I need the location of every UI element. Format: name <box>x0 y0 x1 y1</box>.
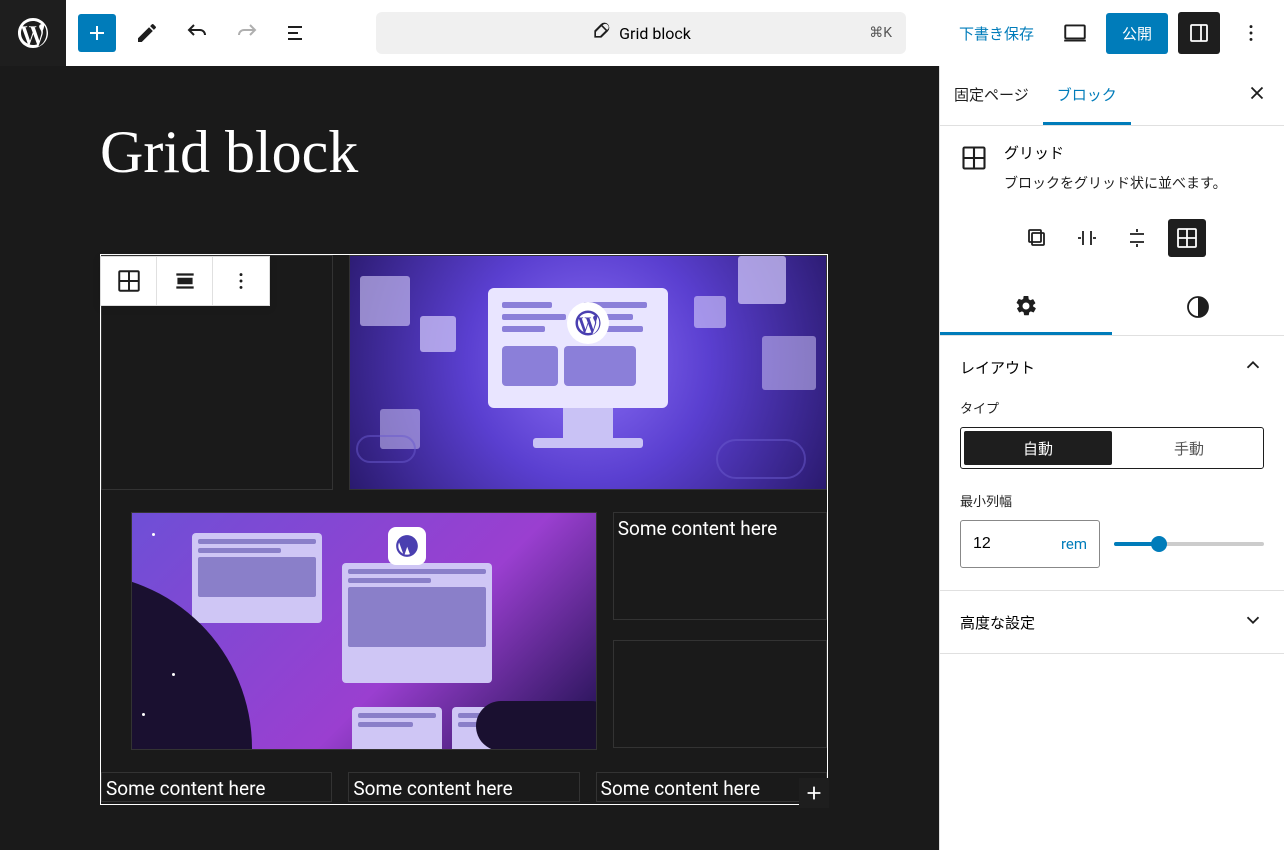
document-overview-button[interactable] <box>278 14 316 52</box>
block-inserter-button[interactable] <box>78 14 116 52</box>
block-description-text: ブロックをグリッド状に並べます。 <box>1004 173 1227 193</box>
block-toolbar <box>100 256 270 306</box>
redo-button[interactable] <box>228 14 266 52</box>
tab-page[interactable]: 固定ページ <box>940 66 1043 125</box>
block-transform-row <box>940 201 1284 279</box>
cell-content-text: Some content here <box>353 777 512 800</box>
grid-block-icon <box>958 142 990 174</box>
undo-button[interactable] <box>178 14 216 52</box>
grid-cell[interactable]: Some content here <box>613 512 827 620</box>
block-info-header: グリッド ブロックをグリッド状に並べます。 <box>940 126 1284 201</box>
inspector-subtabs <box>940 279 1284 336</box>
unit-selector[interactable]: rem <box>1061 535 1087 553</box>
more-options-button[interactable] <box>1230 12 1272 54</box>
document-title-bar[interactable]: Grid block ⌘K <box>376 12 906 54</box>
grid-block-selected[interactable]: Some content here <box>100 254 828 805</box>
advanced-panel: 高度な設定 <box>940 591 1284 654</box>
cell-content-text: Some content here <box>618 517 777 540</box>
add-block-button[interactable] <box>799 778 829 808</box>
transform-stack-button[interactable] <box>1118 219 1156 257</box>
layout-panel-title: レイアウト <box>960 357 1035 378</box>
grid-cell-image[interactable] <box>131 512 597 750</box>
align-button[interactable] <box>157 257 213 305</box>
decorative-monitor-illustration <box>488 288 688 448</box>
grid-cell-image[interactable] <box>349 255 827 490</box>
publish-button[interactable]: 公開 <box>1106 13 1168 54</box>
min-col-width-slider[interactable] <box>1114 542 1264 546</box>
type-field-label: タイプ <box>960 398 1264 417</box>
save-draft-button[interactable]: 下書き保存 <box>949 15 1044 52</box>
min-col-width-label: 最小列幅 <box>960 491 1264 510</box>
grid-cell-empty[interactable] <box>613 640 827 748</box>
transform-row-button[interactable] <box>1068 219 1106 257</box>
transform-grid-button[interactable] <box>1168 219 1206 257</box>
layout-panel-toggle[interactable]: レイアウト <box>940 336 1284 398</box>
grid-cell[interactable]: Some content here <box>348 772 579 802</box>
transform-group-button[interactable] <box>1018 219 1056 257</box>
type-auto-option[interactable]: 自動 <box>964 431 1112 465</box>
block-name-label: グリッド <box>1004 142 1227 163</box>
settings-sidebar-toggle[interactable] <box>1178 12 1220 54</box>
grid-cell[interactable]: Some content here <box>101 772 332 802</box>
min-col-width-input[interactable] <box>973 535 1013 553</box>
document-title-text: Grid block <box>619 24 691 43</box>
grid-type-toggle: 自動 手動 <box>960 427 1264 469</box>
subtab-settings[interactable] <box>940 279 1112 335</box>
cell-content-text: Some content here <box>601 777 760 800</box>
tab-block[interactable]: ブロック <box>1043 66 1131 125</box>
chevron-down-icon <box>1242 609 1264 635</box>
feather-icon <box>591 21 611 45</box>
cell-content-text: Some content here <box>106 777 265 800</box>
editor-canvas[interactable]: Grid block Some content here <box>0 66 939 850</box>
grid-cell[interactable]: Some content here <box>596 772 827 802</box>
close-sidebar-button[interactable] <box>1246 82 1268 108</box>
settings-sidebar: 固定ページ ブロック グリッド ブロックをグリッド状に並べます。 <box>939 66 1284 850</box>
subtab-styles[interactable] <box>1112 279 1284 335</box>
block-type-button[interactable] <box>101 257 157 305</box>
edit-tools-button[interactable] <box>128 14 166 52</box>
advanced-panel-title: 高度な設定 <box>960 612 1035 633</box>
wordpress-logo[interactable] <box>0 0 66 66</box>
type-manual-option[interactable]: 手動 <box>1115 428 1263 468</box>
sidebar-tabs: 固定ページ ブロック <box>940 66 1284 126</box>
chevron-up-icon <box>1242 354 1264 380</box>
preview-button[interactable] <box>1054 12 1096 54</box>
page-title-heading[interactable]: Grid block <box>100 118 839 187</box>
layout-panel: レイアウト タイプ 自動 手動 最小列幅 rem <box>940 336 1284 591</box>
block-more-options-button[interactable] <box>213 257 269 305</box>
min-col-width-input-wrap: rem <box>960 520 1100 568</box>
command-shortcut-label: ⌘K <box>869 25 892 41</box>
editor-topbar: Grid block ⌘K 下書き保存 公開 <box>0 0 1284 66</box>
advanced-panel-toggle[interactable]: 高度な設定 <box>940 591 1284 653</box>
